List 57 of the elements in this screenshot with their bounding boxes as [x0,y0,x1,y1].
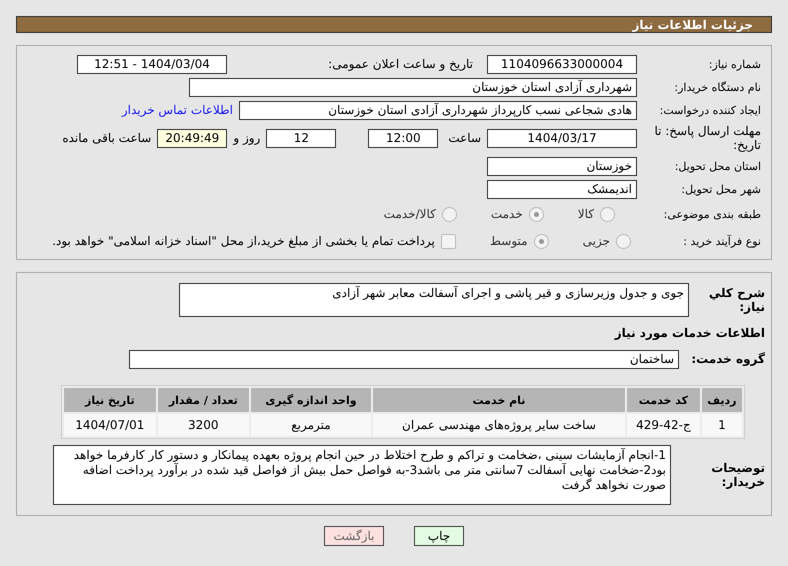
notes-field: 1-انجام آزمایشات سینی ،ضخامت و تراکم و طرح اختلاط در حین انجام پروژه بعهده پیمانکار و دستور کار کارفرما خواهد بود2-ضخامت نهایی آسفالت 7سانتی متر می باشد3-به فواصل حمل بیش از فواصل قید شده در برآورد پرداخت اضافه صورت نخواهد گرفت [53,445,671,505]
column-header: تعداد / مقدار [158,388,249,412]
field-label: استان محل تحویل: [674,160,761,172]
remaining-time-field: 20:49:49 [157,128,228,148]
buyer-contact-link[interactable]: اطلاعات تماس خریدار [122,103,233,117]
field-label: توضیحات خریدار: [710,461,765,489]
table-cell: مترمربع [250,414,371,436]
payment-note: پرداخت تمام یا بخشی از مبلغ خرید،از محل "اسناد خزانه اسلامی" خواهد بود. [52,234,435,248]
radio-label: کالا/خدمت [384,207,436,221]
service-group-field: ساختمان [129,350,679,368]
table-cell: ج-42-429 [626,414,700,436]
radio-label: خدمت [490,207,523,221]
column-header: کد خدمت [626,388,700,412]
field-label: نام دستگاه خریدار: [673,80,761,94]
column-header: تاریخ نیاز [64,388,156,412]
days-label: روز و [233,131,260,145]
table-cell: 3200 [158,414,249,436]
field-label: گروه خدمت: [690,352,765,366]
page-title: جزئیات اطلاعات نیاز [632,18,753,32]
field-label: نوع فرآیند خرید : [682,234,761,248]
radio-label: کالا [578,207,594,221]
field-label: شماره نیاز: [708,58,761,70]
remaining-label: ساعت باقی مانده [62,131,152,145]
radio-button[interactable] [442,206,457,222]
checkbox[interactable] [440,234,456,248]
back-button[interactable]: بازگشت [324,526,384,546]
print-button[interactable]: چاپ [414,526,464,546]
buyer-field: شهرداری آزادی استان خوزستان [189,78,637,96]
radio-label: جزیی [582,234,610,248]
field-label: طبقه بندی موضوعی: [662,208,761,220]
radio-button[interactable] [528,206,544,222]
deadline-date-field: 1404/03/17 [487,128,637,148]
column-header: ردیف [702,388,742,412]
table-cell: ساخت سایر پروژه‌های مهندسی عمران [372,414,625,436]
field-label: شرح کلي نياز: [708,286,765,314]
field-label: مهلت ارسال پاسخ: تا تاریخ: [653,124,761,152]
summary-field: جوی و جدول وزیرسازی و قیر پاشی و اجرای آسفالت معابر شهر آزادی [179,283,689,317]
announce-date-field: 1404/03/04 - 12:51 [77,54,227,74]
field-label: ایجاد کننده درخواست: [658,104,761,116]
radio-label: متوسط [490,234,528,248]
creator-field: هادی شجاعی نسب کارپرداز شهرداری آزادی استان خوزستان [239,100,637,120]
field-label: شهر محل تحویل: [680,182,761,196]
column-header: واحد اندازه گیری [250,388,371,412]
radio-button[interactable] [616,234,631,248]
field-label: تاریخ و ساعت اعلان عمومی: [327,57,474,71]
radio-button[interactable] [600,206,615,222]
radio-button[interactable] [534,234,549,248]
city-field: اندیمشک [487,180,637,198]
days-field: 12 [266,128,336,148]
province-field: خوزستان [487,156,637,176]
column-header: نام خدمت [372,388,625,412]
table-cell: 1404/07/01 [64,414,156,436]
section-title: اطلاعات خدمات مورد نیاز [613,326,765,340]
table-cell: 1 [702,414,742,436]
need-number-field: 1104096633000004 [487,54,637,74]
deadline-time-field: 12:00 [368,128,438,148]
time-label: ساعت [448,131,481,145]
